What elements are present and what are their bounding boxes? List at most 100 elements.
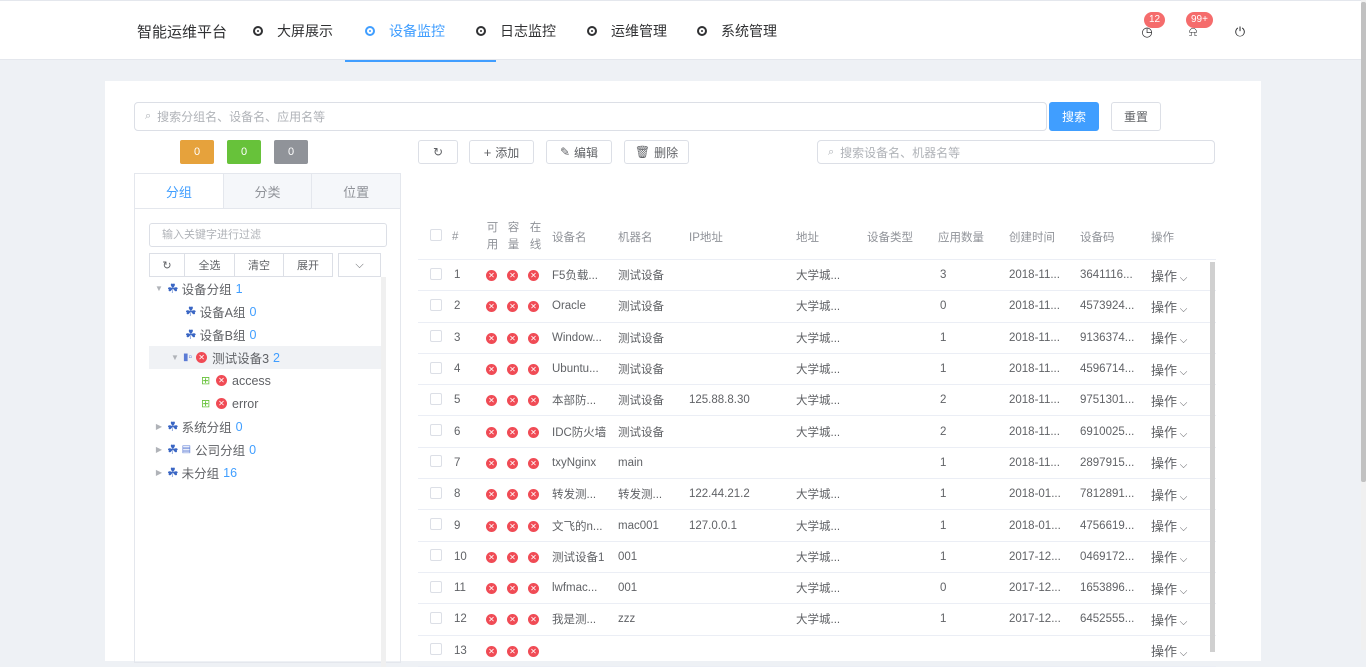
tab-location[interactable]: 位置 [312,174,400,208]
row-checkbox[interactable] [430,267,442,280]
tree-node[interactable]: ⊞ ✕ access [149,369,383,392]
row-checkbox-cell [418,392,452,408]
row-checkbox-cell [418,267,452,283]
table-row[interactable]: 11 ✕ ✕ ✕ lwfmac... 001 大学城... 0 2017-12... 165389… [418,573,1216,605]
chevron-down-icon: ⌵ [1177,335,1188,347]
device-search-input[interactable]: ⌕ 搜索设备名、机器名等 [817,140,1215,164]
row-checkbox[interactable] [430,580,442,593]
clear-button[interactable]: 清空 [234,253,284,277]
tree-scrollbar[interactable] [381,277,386,667]
tree-node[interactable]: ▼ ☘ 设备分组 1 [149,277,383,300]
page-scroll-thumb[interactable] [1361,2,1366,482]
online-status-icon: ✕ [528,614,539,626]
stat-badge-green[interactable]: 0 [227,140,261,164]
row-checkbox[interactable] [430,330,442,343]
row-ops-dropdown[interactable]: 操作 ⌵ [1151,266,1201,285]
global-search-input[interactable]: ⌕ 搜索分组名、设备名、应用名等 [134,102,1047,131]
stat-badge-red[interactable]: 0 [134,140,168,164]
table-row[interactable]: 6 ✕ ✕ ✕ IDC防火墙 测试设备 大学城... 2 2018-11... 6910025..… [418,416,1216,448]
search-button[interactable]: 搜索 [1049,102,1099,131]
nav-item-device-monitor[interactable]: 设备监控 [345,1,496,62]
table-row[interactable]: 7 ✕ ✕ ✕ txyNginx main 1 2018-11... 2897915... 操作 … [418,448,1216,480]
row-ops-dropdown[interactable]: 操作 ⌵ [1151,391,1201,410]
row-code: 1653896... [1080,582,1135,595]
row-checkbox[interactable] [430,611,442,624]
row-ops-dropdown[interactable]: 操作 ⌵ [1151,641,1201,660]
select-all-button[interactable]: 全选 [184,253,235,277]
row-ops-dropdown[interactable]: 操作 ⌵ [1151,360,1201,379]
expand-button[interactable]: 展开 [283,253,333,277]
select-all-checkbox[interactable] [430,229,442,241]
table-row[interactable]: 3 ✕ ✕ ✕ Window... 测试设备 大学城... 1 2018-11... 913637… [418,323,1216,354]
tree-node[interactable]: ▶ ☘ 未分组 16 [149,461,383,484]
row-ops-dropdown[interactable]: 操作 ⌵ [1151,485,1201,504]
tree-node[interactable]: ▶ ☘ 系统分组 0 [149,415,383,438]
row-ops-dropdown[interactable]: 操作 ⌵ [1151,422,1201,441]
row-device: 文飞的n... [552,520,603,533]
table-row[interactable]: 2 ✕ ✕ ✕ Oracle 测试设备 大学城... 0 2018-11... 4573924..… [418,291,1216,323]
row-address: 大学城... [796,551,841,564]
row-ops-dropdown[interactable]: 操作 ⌵ [1151,547,1201,566]
header-ops: 操作 [1151,231,1174,244]
row-checkbox[interactable] [430,486,442,499]
online-status-icon: ✕ [528,551,539,563]
row-ops-dropdown[interactable]: 操作 ⌵ [1151,328,1201,347]
row-ops-dropdown[interactable]: 操作 ⌵ [1151,516,1201,535]
row-ops-dropdown[interactable]: 操作 ⌵ [1151,453,1201,472]
table-row[interactable]: 13 ✕ ✕ ✕ 操作 ⌵ [418,636,1216,667]
row-machine: 测试设备 [618,270,664,283]
tab-group[interactable]: 分组 [135,174,224,208]
nav-item-system-manage[interactable]: 系统管理 [697,1,797,61]
nav-item-ops-manage[interactable]: 运维管理 [587,1,697,61]
add-button[interactable]: + 添加 [469,140,534,164]
row-ops-dropdown[interactable]: 操作 ⌵ [1151,297,1201,316]
tree-refresh-button[interactable]: ↻ [149,253,185,277]
row-checkbox[interactable] [430,518,442,531]
tree-node[interactable]: ☘ 设备B组 0 [149,323,383,346]
row-checkbox[interactable] [430,424,442,437]
tree-node[interactable]: ⊞ ✕ error [149,392,383,415]
ops-label: 操作 [1151,393,1178,409]
error-status-icon: ✕ [196,352,208,363]
row-ops-dropdown[interactable]: 操作 ⌵ [1151,610,1201,629]
stat-badge-orange[interactable]: 0 [180,140,214,164]
row-checkbox[interactable] [430,455,442,468]
refresh-button[interactable]: ↻ [418,140,458,164]
edit-button[interactable]: ✎ 编辑 [546,140,612,164]
row-checkbox[interactable] [430,298,442,311]
table-row[interactable]: 10 ✕ ✕ ✕ 测试设备1 001 大学城... 1 2017-12... 0469172...… [418,542,1216,573]
power-icon[interactable]: ⏻ [1233,25,1247,39]
row-checkbox[interactable] [430,361,442,374]
tree-filter-input[interactable]: 输入关键字进行过滤 [149,223,387,247]
stat-badge-gray[interactable]: 0 [274,140,308,164]
row-ops-dropdown[interactable]: 操作 ⌵ [1151,579,1201,598]
row-ip: 125.88.8.30 [689,394,750,407]
tree-node[interactable]: ▶ ☘ ▤ 公司分组 0 [149,438,383,461]
tree-node[interactable]: ▼ ▮▫ ✕ 测试设备3 2 [149,346,383,369]
row-checkbox[interactable] [430,643,442,656]
row-checkbox-cell [418,455,452,470]
tree-dropdown-button[interactable]: ⌵ [338,253,381,277]
table-row[interactable]: 5 ✕ ✕ ✕ 本部防... 测试设备 125.88.8.30 大学城... 2 2018-11.… [418,385,1216,417]
header-created: 创建时间 [1009,231,1055,244]
table-row[interactable]: 8 ✕ ✕ ✕ 转发测... 转发测... 122.44.21.2 大学城... 1 2018-0… [418,479,1216,511]
row-checkbox[interactable] [430,549,442,562]
table-row[interactable]: 9 ✕ ✕ ✕ 文飞的n... mac001 127.0.0.1 大学城... 1 2018-01… [418,510,1216,542]
table-row[interactable]: 1 ✕ ✕ ✕ F5负载... 测试设备 大学城... 3 2018-11... 3641116.… [418,260,1216,292]
page-scrollbar[interactable] [1361,0,1366,650]
table-body: 1 ✕ ✕ ✕ F5负载... 测试设备 大学城... 3 2018-11... 3641116.… [418,260,1216,667]
nav-dot-icon [587,26,597,36]
table-scrollbar[interactable] [1210,262,1215,652]
nav-item-dashboard[interactable]: 大屏展示 [253,1,363,61]
reset-button[interactable]: 重置 [1111,102,1161,131]
row-created: 2018-11... [1009,394,1060,407]
nav-item-log-monitor[interactable]: 日志监控 [476,1,587,61]
delete-button[interactable]: 🗑 删除 [624,140,689,164]
tree-node[interactable]: ☘ 设备A组 0 [149,300,383,323]
tab-category[interactable]: 分类 [224,174,313,208]
table-row[interactable]: 4 ✕ ✕ ✕ Ubuntu... 测试设备 大学城... 1 2018-11... 459671… [418,354,1216,386]
row-device: IDC防火墙 [552,426,607,439]
left-panel: 分组 分类 位置 输入关键字进行过滤 ↻ 全选 清空 展开 ⌵ ▼ ☘ 设备分组 1 … [134,173,401,667]
table-row[interactable]: 12 ✕ ✕ ✕ 我是测... zzz 大学城... 1 2017-12... 6452555..… [418,604,1216,636]
row-checkbox[interactable] [430,392,442,405]
